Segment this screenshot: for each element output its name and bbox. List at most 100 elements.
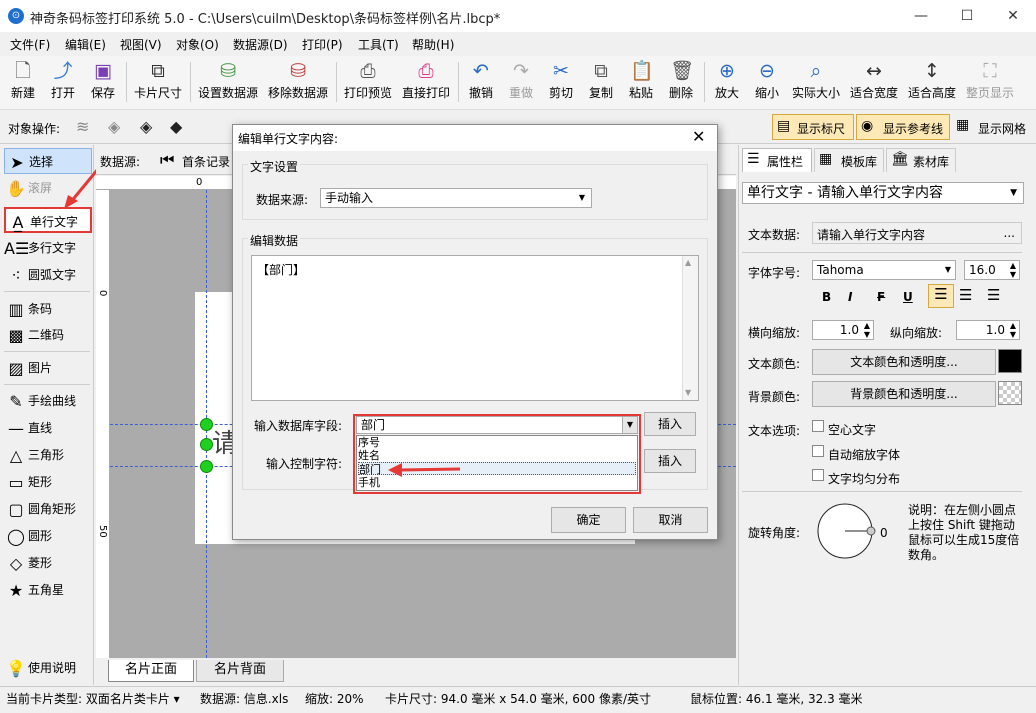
tab-card-back[interactable]: 名片背面 [196, 660, 284, 682]
tab-templates[interactable]: ▦ 模板库 [814, 148, 884, 172]
menu-help[interactable]: 帮助(H) [412, 36, 454, 53]
tool-triangle[interactable]: △ 三角形 [4, 442, 92, 468]
ok-button[interactable]: 确定 [551, 507, 626, 533]
zoom-out-button[interactable]: ⊖ 缩小 [750, 60, 784, 106]
scroll-down-icon[interactable]: ▼ [685, 388, 691, 397]
close-button[interactable]: ✕ [990, 0, 1036, 32]
tool-arc-text[interactable]: ⁖ 圆弧文字 [4, 262, 92, 288]
actual-size-button[interactable]: ⌕ 实际大小 [790, 60, 842, 106]
redo-button[interactable]: ↷ 重做 [504, 60, 538, 106]
resize-handle[interactable] [200, 438, 213, 451]
menu-datasource[interactable]: 数据源(D) [233, 36, 288, 53]
minimize-button[interactable]: — [898, 0, 944, 32]
object-select-dropdown[interactable]: 单行文字 - 请输入单行文字内容 ▼ [742, 182, 1024, 204]
menu-object[interactable]: 对象(O) [176, 36, 219, 53]
grid-icon[interactable]: ▦ [956, 117, 969, 133]
direct-print-button[interactable]: ⎙ 直接打印 [400, 60, 452, 106]
spinner-icon[interactable]: ▲ ▼ [864, 321, 870, 339]
card-size-button[interactable]: ⧉ 卡片尺寸 [132, 60, 184, 106]
tool-line[interactable]: — 直线 [4, 415, 92, 441]
underline-button[interactable]: U [903, 290, 913, 304]
db-field-select[interactable]: 部门 [356, 416, 638, 434]
text-color-swatch[interactable] [998, 349, 1022, 373]
cut-button[interactable]: ✂ 剪切 [544, 60, 578, 106]
menu-tools[interactable]: 工具(T) [358, 36, 399, 53]
maximize-button[interactable]: ☐ [944, 0, 990, 32]
status-card-type[interactable]: 当前卡片类型: 双面名片类卡片 ▾ [6, 690, 180, 707]
strikethrough-button[interactable]: F [877, 290, 885, 304]
rotation-dial[interactable] [816, 502, 876, 562]
menu-print[interactable]: 打印(P) [302, 36, 343, 53]
menu-edit[interactable]: 编辑(E) [65, 36, 106, 53]
save-button[interactable]: ▣ 保存 [86, 60, 120, 106]
spinner-icon[interactable]: ▲ ▼ [1010, 261, 1016, 279]
vscale-input[interactable]: 1.0 ▲ ▼ [956, 320, 1020, 340]
text-data-field[interactable]: 请输入单行文字内容... [812, 222, 1022, 244]
delete-button[interactable]: 🗑 删除 [664, 60, 698, 106]
tool-rectangle[interactable]: ▭ 矩形 [4, 469, 92, 495]
bg-color-button[interactable]: 背景颜色和透明度... [812, 381, 996, 407]
tool-barcode[interactable]: ▥ 条码 [4, 296, 92, 322]
menu-view[interactable]: 视图(V) [120, 36, 162, 53]
first-record-button[interactable]: 首条记录 [182, 153, 230, 170]
align-left-icon[interactable]: ☰ [928, 284, 954, 308]
autoscale-checkbox[interactable] [812, 445, 824, 457]
open-button[interactable]: ⤴ 打开 [46, 60, 80, 106]
hollow-text-checkbox[interactable] [812, 420, 824, 432]
fit-width-button[interactable]: ↔ 适合宽度 [848, 60, 900, 106]
remove-datasource-button[interactable]: ⛁ 移除数据源 [266, 60, 330, 106]
undo-button[interactable]: ↶ 撤销 [464, 60, 498, 106]
resize-handle[interactable] [200, 460, 213, 473]
fit-height-button[interactable]: ↕ 适合高度 [906, 60, 958, 106]
cancel-button[interactable]: 取消 [633, 507, 708, 533]
spinner-icon[interactable]: ▲ ▼ [1010, 321, 1016, 339]
set-datasource-button[interactable]: ⛁ 设置数据源 [196, 60, 260, 106]
tab-card-front[interactable]: 名片正面 [108, 660, 194, 682]
layer-down-icon[interactable]: ◈ [108, 117, 120, 136]
resize-handle[interactable] [200, 418, 213, 431]
tool-qrcode[interactable]: ▩ 二维码 [4, 322, 92, 348]
scroll-up-icon[interactable]: ▲ [685, 258, 691, 267]
layer-up-icon[interactable]: ≋ [76, 117, 89, 136]
tool-rounded-rectangle[interactable]: ▢ 圆角矩形 [4, 496, 92, 522]
source-select[interactable]: 手动输入 ▼ [320, 188, 592, 208]
tool-diamond[interactable]: ◇ 菱形 [4, 550, 92, 576]
font-size-input[interactable]: 16.0 ▲ ▼ [964, 260, 1020, 280]
italic-button[interactable]: I [848, 290, 852, 304]
dropdown-option[interactable]: 序号 [358, 436, 636, 449]
layer-top-icon[interactable]: ◈ [140, 117, 152, 136]
new-button[interactable]: 🗋 新建 [6, 60, 40, 106]
zoom-in-button[interactable]: ⊕ 放大 [710, 60, 744, 106]
bg-color-swatch[interactable] [998, 381, 1022, 405]
tool-freehand[interactable]: ✎ 手绘曲线 [4, 388, 92, 414]
insert-control-button[interactable]: 插入 [644, 449, 696, 473]
chevron-down-icon[interactable]: ▼ [622, 417, 637, 433]
insert-field-button[interactable]: 插入 [644, 412, 696, 436]
first-record-icon[interactable]: ⏮ [160, 150, 174, 170]
menu-file[interactable]: 文件(F) [10, 36, 50, 53]
align-center-icon[interactable]: ☰ [959, 286, 972, 304]
dialog-close-button[interactable]: ✕ [692, 127, 705, 146]
whole-page-button[interactable]: ⛶ 整页显示 [964, 60, 1016, 106]
show-guides-toggle[interactable]: ◉ 显示参考线 [856, 114, 950, 140]
bold-button[interactable]: B [822, 290, 831, 304]
even-distribute-checkbox[interactable] [812, 469, 824, 481]
tool-star[interactable]: ★ 五角星 [4, 577, 92, 603]
copy-button[interactable]: ⧉ 复制 [584, 60, 618, 106]
help-button[interactable]: 💡 使用说明 [4, 655, 92, 681]
align-right-icon[interactable]: ☰ [987, 286, 1000, 304]
paste-button[interactable]: 📋 粘贴 [624, 60, 658, 106]
textarea-scrollbar[interactable] [682, 256, 698, 400]
show-grid-toggle[interactable]: 显示网格 [978, 120, 1026, 137]
tool-image[interactable]: ▨ 图片 [4, 355, 92, 381]
text-color-button[interactable]: 文本颜色和透明度... [812, 349, 996, 375]
tab-materials[interactable]: 🏛 素材库 [886, 148, 956, 172]
layer-bottom-icon[interactable]: ◆ [170, 117, 182, 136]
tab-properties[interactable]: ☰ 属性栏 [742, 148, 812, 172]
show-ruler-toggle[interactable]: ▤ 显示标尺 [772, 114, 854, 140]
tool-multi-line-text[interactable]: A☰多行文字 [4, 235, 92, 261]
content-textarea[interactable] [251, 255, 699, 401]
print-preview-button[interactable]: ⎙ 打印预览 [342, 60, 394, 106]
tool-circle[interactable]: ◯ 圆形 [4, 523, 92, 549]
font-family-select[interactable]: Tahoma ▼ [812, 260, 956, 280]
